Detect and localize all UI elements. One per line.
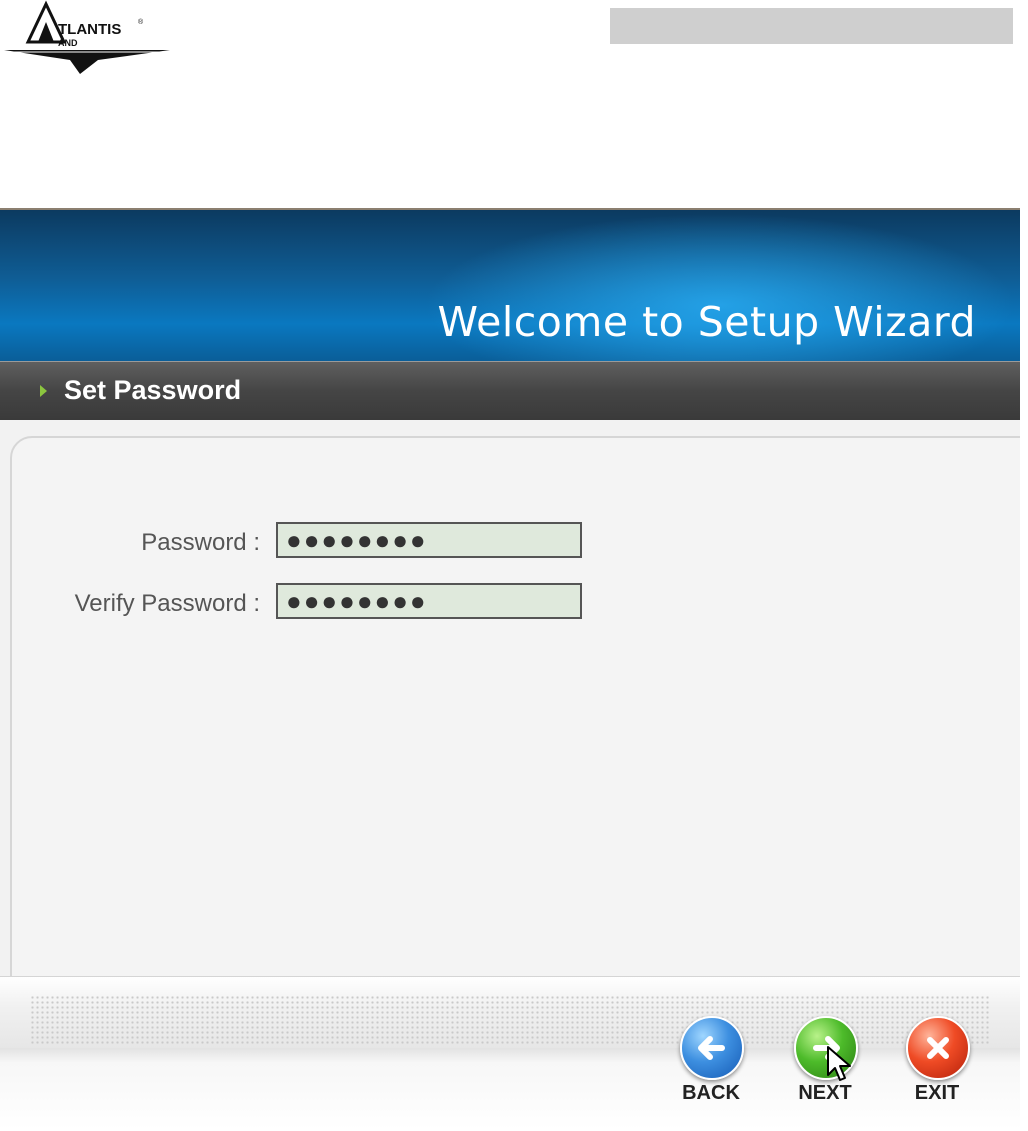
triangle-bullet-icon	[40, 385, 47, 397]
password-label: Password :	[141, 529, 260, 556]
wizard-banner: Welcome to Setup Wizard	[0, 208, 1020, 362]
svg-text:®: ®	[138, 18, 144, 26]
next-label: NEXT	[798, 1082, 852, 1104]
wizard-footer	[0, 976, 1020, 1049]
exit-button[interactable]: EXIT	[904, 1016, 974, 1126]
setup-wizard-window: Welcome to Setup Wizard Set Password Pas…	[0, 208, 1020, 1130]
header-bar	[610, 8, 1013, 44]
back-button[interactable]: BACK	[678, 1016, 748, 1126]
password-field[interactable]: ●●●●●●●●	[276, 522, 582, 558]
mouse-pointer-icon	[827, 1046, 851, 1081]
footer-shadow	[0, 1048, 1020, 1130]
svg-text:AND: AND	[58, 38, 78, 48]
back-arrow-icon	[680, 1016, 744, 1080]
svg-text:TLANTIS: TLANTIS	[58, 21, 121, 38]
verify-password-field[interactable]: ●●●●●●●●	[276, 583, 582, 619]
exit-x-icon	[906, 1016, 970, 1080]
banner-title: Welcome to Setup Wizard	[437, 298, 976, 346]
exit-label: EXIT	[914, 1082, 960, 1104]
back-label: BACK	[682, 1082, 740, 1104]
verify-password-label: Verify Password :	[74, 590, 260, 617]
section-header: Set Password	[0, 361, 1020, 420]
atlantis-logo-icon: TLANTIS ® AND	[4, 0, 170, 74]
content-panel	[10, 436, 1020, 1000]
section-title: Set Password	[64, 375, 242, 405]
